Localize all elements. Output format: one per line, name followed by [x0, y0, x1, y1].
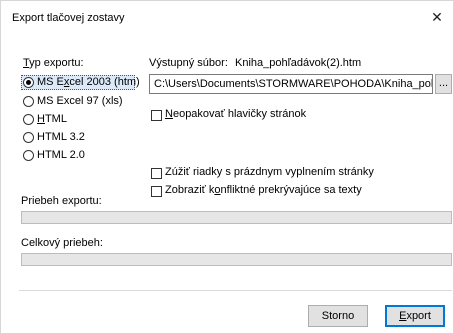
export-dialog: Export tlačovej zostavy ✕ Typ exportu: M…: [0, 0, 454, 334]
output-path-input[interactable]: C:\Users\Documents\STORMWARE\POHODA\Knih…: [149, 74, 433, 94]
output-filename: Kniha_pohľadávok(2).htm: [235, 57, 362, 69]
total-progress-label: Celkový priebeh:: [21, 237, 103, 249]
radio-html-label[interactable]: HTML: [37, 113, 67, 125]
export-button[interactable]: Export: [385, 305, 445, 327]
radio-html-3-2[interactable]: [23, 132, 34, 143]
output-file-label: Výstupný súbor:: [149, 57, 228, 69]
no-repeat-headers-checkbox[interactable]: [151, 110, 162, 121]
show-conflicts-checkbox[interactable]: [151, 186, 162, 197]
radio-html-3-2-label[interactable]: HTML 3.2: [37, 131, 85, 143]
dialog-title: Export tlačovej zostavy: [12, 12, 125, 24]
export-progress-label: Priebeh exportu:: [21, 195, 102, 207]
export-progress-bar: [21, 211, 452, 224]
radio-excel-2003[interactable]: [23, 77, 34, 88]
close-icon[interactable]: ✕: [427, 8, 447, 26]
total-progress-bar: [21, 253, 452, 266]
no-repeat-headers-label[interactable]: Neopakovať hlavičky stránok: [165, 108, 306, 120]
narrow-empty-rows-label[interactable]: Zúžiť riadky s prázdnym vyplnením stránk…: [165, 166, 374, 178]
radio-html-2-0-label[interactable]: HTML 2.0: [37, 149, 85, 161]
separator: [19, 290, 452, 291]
title-bar: Export tlačovej zostavy ✕: [1, 1, 453, 31]
export-type-label: Typ exportu:: [23, 57, 84, 69]
radio-excel-97[interactable]: [23, 96, 34, 107]
radio-html-2-0[interactable]: [23, 150, 34, 161]
browse-button[interactable]: ...: [435, 74, 452, 94]
show-conflicts-label[interactable]: Zobraziť konfliktné prekrývajúce sa text…: [165, 184, 362, 196]
cancel-button[interactable]: Storno: [308, 305, 368, 327]
radio-excel-97-label[interactable]: MS Excel 97 (xls): [37, 95, 123, 107]
radio-html[interactable]: [23, 114, 34, 125]
export-type-label-rest: yp exportu:: [29, 57, 84, 69]
narrow-empty-rows-checkbox[interactable]: [151, 168, 162, 179]
radio-excel-2003-label[interactable]: MS Excel 2003 (htm): [37, 76, 140, 88]
